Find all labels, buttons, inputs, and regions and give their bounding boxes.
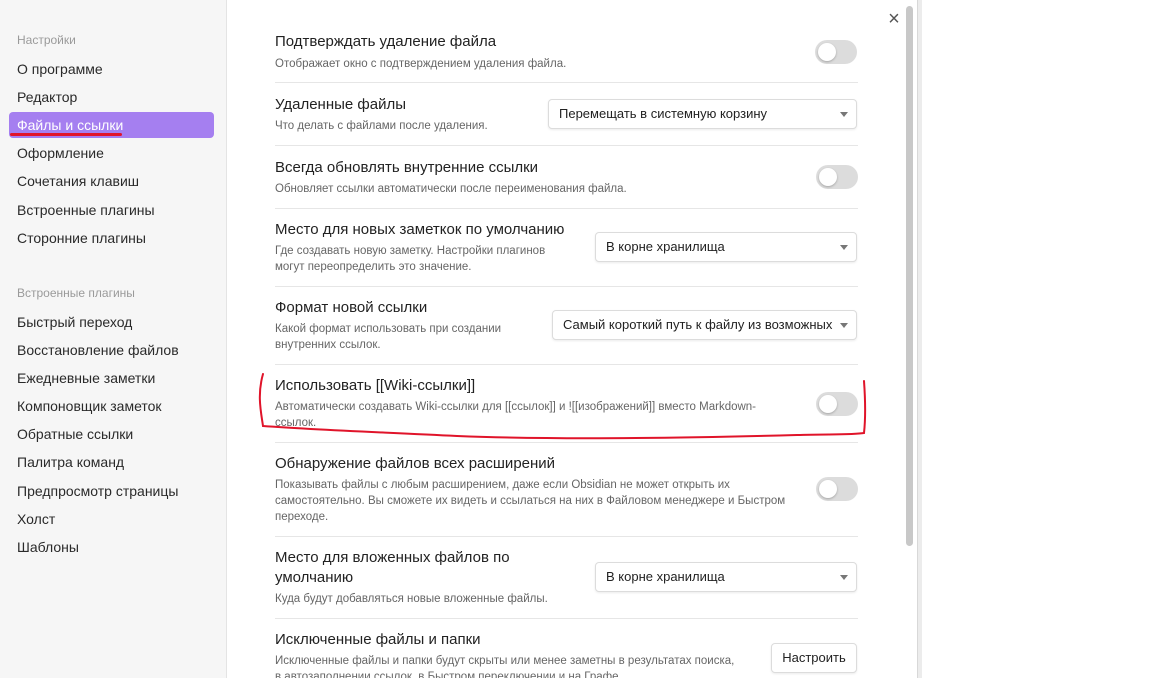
sidebar-item-core-plugins[interactable]: Встроенные плагины xyxy=(9,197,214,223)
close-icon[interactable]: × xyxy=(883,8,905,30)
setting-description: Отображает окно с подтверждением удалени… xyxy=(275,58,567,70)
setting-attachment-location: Место для вложенных файлов по умолчанию … xyxy=(275,537,858,619)
setting-name: Использовать [[Wiki-ссылки]] xyxy=(275,377,476,394)
select-value: В корне хранилища xyxy=(606,569,725,584)
sidebar-item-command-palette[interactable]: Палитра команд xyxy=(9,449,214,475)
manage-excluded-button[interactable]: Настроить xyxy=(771,643,857,673)
sidebar-item-editor[interactable]: Редактор xyxy=(9,84,214,110)
select-value: Перемещать в системную корзину xyxy=(559,106,768,121)
sidebar-item-daily-notes[interactable]: Ежедневные заметки xyxy=(9,365,214,391)
setting-description-line2: внутренних ссылок. xyxy=(275,339,381,351)
settings-sidebar: Настройки О программе Редактор Файлы и с… xyxy=(0,0,227,678)
setting-excluded-files: Исключенные файлы и папки Исключенные фа… xyxy=(275,619,858,678)
setting-deleted-files: Удаленные файлы Что делать с файлами пос… xyxy=(275,83,858,146)
setting-auto-update-links: Всегда обновлять внутренние ссылки Обнов… xyxy=(275,146,858,209)
toggle-knob xyxy=(818,43,836,61)
window-edge xyxy=(918,0,922,678)
setting-name: Подтверждать удаление файла xyxy=(275,33,497,50)
confirm-delete-toggle[interactable] xyxy=(815,40,857,64)
setting-description: Что делать с файлами после удаления. xyxy=(275,120,488,132)
setting-description-line1: Исключенные файлы и папки будут скрыты и… xyxy=(275,655,735,667)
setting-description-line1: Где создавать новую заметку. Настройки п… xyxy=(275,245,546,257)
setting-name: Удаленные файлы xyxy=(275,96,407,113)
setting-description-line2: могут переопределить это значение. xyxy=(275,261,472,273)
sidebar-item-hotkeys[interactable]: Сочетания клавиш xyxy=(9,168,214,194)
use-wikilinks-toggle[interactable] xyxy=(816,392,858,416)
settings-content: × Подтверждать удаление файла Отображает… xyxy=(227,0,917,678)
setting-name-line1: Место для вложенных файлов по xyxy=(275,549,510,566)
setting-name: Исключенные файлы и папки xyxy=(275,631,481,648)
annotation-underline xyxy=(10,133,122,136)
toggle-knob xyxy=(819,395,837,413)
auto-update-links-toggle[interactable] xyxy=(816,165,858,189)
setting-name: Место для новых заметкок по умолчанию xyxy=(275,221,565,238)
setting-description: Куда будут добавляться новые вложенные ф… xyxy=(275,593,548,605)
setting-description-line2: в автозаполнении ссылок, в Быстром перек… xyxy=(275,671,619,678)
sidebar-item-file-recovery[interactable]: Восстановление файлов xyxy=(9,337,214,363)
setting-confirm-delete: Подтверждать удаление файла Отображает о… xyxy=(275,26,858,83)
setting-description-line2: ссылок. xyxy=(275,417,317,429)
detect-all-extensions-toggle[interactable] xyxy=(816,477,858,501)
select-value: В корне хранилища xyxy=(606,239,725,254)
sidebar-item-appearance[interactable]: Оформление xyxy=(9,140,214,166)
sidebar-item-quick-switcher[interactable]: Быстрый переход xyxy=(9,309,214,335)
chevron-down-icon xyxy=(840,575,848,580)
sidebar-item-about[interactable]: О программе xyxy=(9,56,214,82)
setting-description-line1: Показывать файлы с любым расширением, да… xyxy=(275,479,730,491)
sidebar-heading-settings: Настройки xyxy=(17,33,76,47)
setting-name-line2: умолчанию xyxy=(275,569,354,586)
sidebar-item-backlinks[interactable]: Обратные ссылки xyxy=(9,421,214,447)
toggle-knob xyxy=(819,480,837,498)
background-area xyxy=(919,0,1152,678)
new-note-location-select[interactable]: В корне хранилища xyxy=(595,232,857,262)
toggle-knob xyxy=(819,168,837,186)
new-link-format-select[interactable]: Самый короткий путь к файлу из возможных xyxy=(552,310,857,340)
setting-description-line3: переходе. xyxy=(275,511,329,523)
setting-description-line1: Автоматически создавать Wiki-ссылки для … xyxy=(275,401,757,413)
deleted-files-select[interactable]: Перемещать в системную корзину xyxy=(548,99,857,129)
sidebar-item-note-composer[interactable]: Компоновщик заметок xyxy=(9,393,214,419)
chevron-down-icon xyxy=(840,323,848,328)
setting-new-note-location: Место для новых заметкок по умолчанию Гд… xyxy=(275,209,858,287)
sidebar-item-templates[interactable]: Шаблоны xyxy=(9,534,214,560)
setting-name: Всегда обновлять внутренние ссылки xyxy=(275,159,539,176)
scrollbar-thumb[interactable] xyxy=(906,6,913,546)
select-value: Самый короткий путь к файлу из возможных xyxy=(563,317,833,332)
setting-description-line1: Какой формат использовать при создании xyxy=(275,323,502,335)
setting-name: Обнаружение файлов всех расширений xyxy=(275,455,556,472)
setting-description-line2: самостоятельно. Вы сможете их видеть и с… xyxy=(275,495,786,507)
setting-detect-all-extensions: Обнаружение файлов всех расширений Показ… xyxy=(275,443,858,537)
setting-use-wikilinks: Использовать [[Wiki-ссылки]] Автоматичес… xyxy=(275,365,858,443)
settings-modal: Настройки О программе Редактор Файлы и с… xyxy=(0,0,918,678)
chevron-down-icon xyxy=(840,112,848,117)
sidebar-item-canvas[interactable]: Холст xyxy=(9,506,214,532)
setting-new-link-format: Формат новой ссылки Какой формат использ… xyxy=(275,287,858,365)
sidebar-item-page-preview[interactable]: Предпросмотр страницы xyxy=(9,478,214,504)
attachment-location-select[interactable]: В корне хранилища xyxy=(595,562,857,592)
sidebar-heading-plugins: Встроенные плагины xyxy=(17,286,135,300)
setting-description: Обновляет ссылки автоматически после пер… xyxy=(275,183,627,195)
sidebar-item-community-plugins[interactable]: Сторонние плагины xyxy=(9,225,214,251)
setting-name: Формат новой ссылки xyxy=(275,299,428,316)
chevron-down-icon xyxy=(840,245,848,250)
